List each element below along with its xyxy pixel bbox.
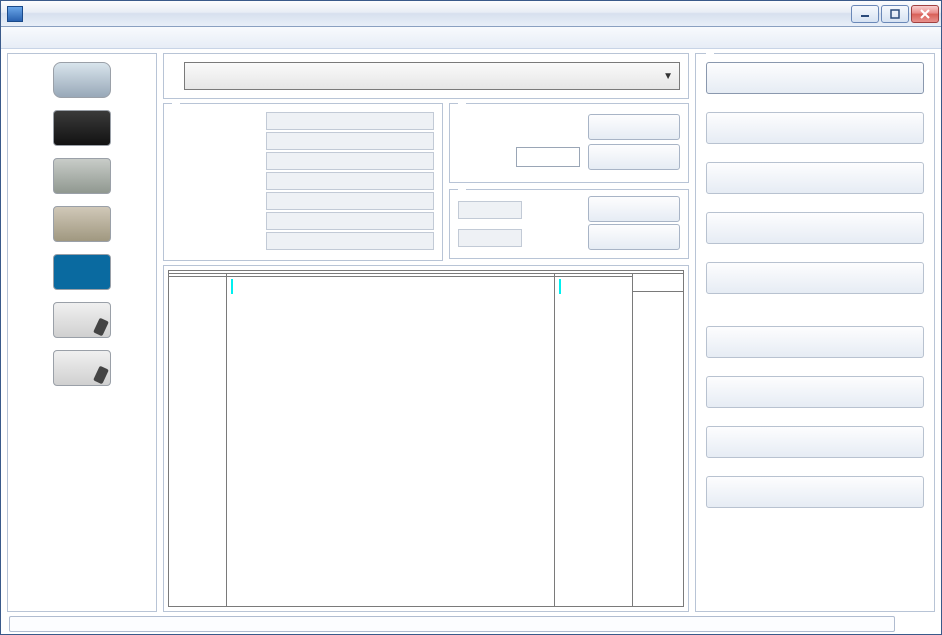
- read-code-button[interactable]: [588, 196, 680, 222]
- write-eeprom-button[interactable]: [706, 162, 924, 194]
- sidebar-item-cas-information[interactable]: [10, 58, 154, 106]
- hex-byte-0[interactable]: [231, 279, 233, 294]
- progress-bar: [9, 616, 895, 632]
- sync-codes-group: [449, 189, 689, 259]
- status-bar: [1, 614, 941, 634]
- menu-options[interactable]: [5, 36, 25, 40]
- diag-value: [266, 232, 434, 250]
- car-type-row: ▼: [163, 53, 689, 99]
- module-icon: [53, 110, 111, 146]
- read-km-button[interactable]: [588, 114, 680, 140]
- gearbox-icon: [53, 254, 111, 290]
- cas-id-value: [266, 112, 434, 130]
- document-pencil-icon: [53, 350, 111, 386]
- cas-identification-group: [163, 103, 443, 261]
- sidebar-item-cas-key-learn[interactable]: [10, 106, 154, 154]
- cas-code-dme-value: [458, 201, 522, 219]
- hw-value: [266, 212, 434, 230]
- car-icon: [53, 62, 111, 98]
- close-icon: [920, 9, 930, 19]
- app-icon: [7, 6, 23, 22]
- ecu-icon: [53, 206, 111, 242]
- minimize-icon: [860, 9, 870, 19]
- maximize-icon: [890, 9, 900, 19]
- sidebar: [7, 53, 157, 612]
- write-km-button[interactable]: [588, 144, 680, 170]
- maximize-button[interactable]: [881, 5, 909, 23]
- load-from-file-button[interactable]: [706, 262, 924, 294]
- function-panel: [695, 53, 935, 612]
- car-type-select[interactable]: ▼: [184, 62, 680, 90]
- hex-ascii-0[interactable]: [559, 279, 561, 294]
- title-bar: [1, 1, 941, 27]
- menu-bar: [1, 27, 941, 49]
- sidebar-item-fem-bdc-key-learn[interactable]: [10, 154, 154, 202]
- km-input[interactable]: [516, 147, 580, 167]
- minimize-button[interactable]: [851, 5, 879, 23]
- cas-code-egs-value: [458, 229, 522, 247]
- msv-value: [266, 192, 434, 210]
- menu-update-online[interactable]: [65, 36, 85, 40]
- chevron-down-icon: ▼: [663, 71, 673, 82]
- hex-viewer: [163, 265, 689, 612]
- clear-dtc-button[interactable]: [706, 426, 924, 458]
- vin-value: [266, 132, 434, 150]
- read-eeprom-button[interactable]: [706, 112, 924, 144]
- write-code-button[interactable]: [588, 224, 680, 250]
- menu-key-learn[interactable]: [25, 36, 45, 40]
- km-repair-group: [449, 103, 689, 183]
- sidebar-item-8hp-gearbox[interactable]: [10, 250, 154, 298]
- cas-type-value: [266, 152, 434, 170]
- pcb-icon: [53, 158, 111, 194]
- synch-cas-elv-button[interactable]: [706, 376, 924, 408]
- connect-button[interactable]: [706, 62, 924, 94]
- sidebar-item-exx-program[interactable]: [10, 298, 154, 346]
- close-button[interactable]: [911, 5, 939, 23]
- prod-date-value: [266, 172, 434, 190]
- document-pencil-icon: [53, 302, 111, 338]
- sidebar-item-exchange-ecu-cas[interactable]: [10, 202, 154, 250]
- menu-special-function[interactable]: [45, 36, 65, 40]
- synch-dme-cas-button[interactable]: [706, 326, 924, 358]
- hex-header-blank: [633, 274, 683, 292]
- sidebar-item-fxx-gxx-program[interactable]: [10, 346, 154, 394]
- clear-shadow-button[interactable]: [706, 476, 924, 508]
- save-to-file-button[interactable]: [706, 212, 924, 244]
